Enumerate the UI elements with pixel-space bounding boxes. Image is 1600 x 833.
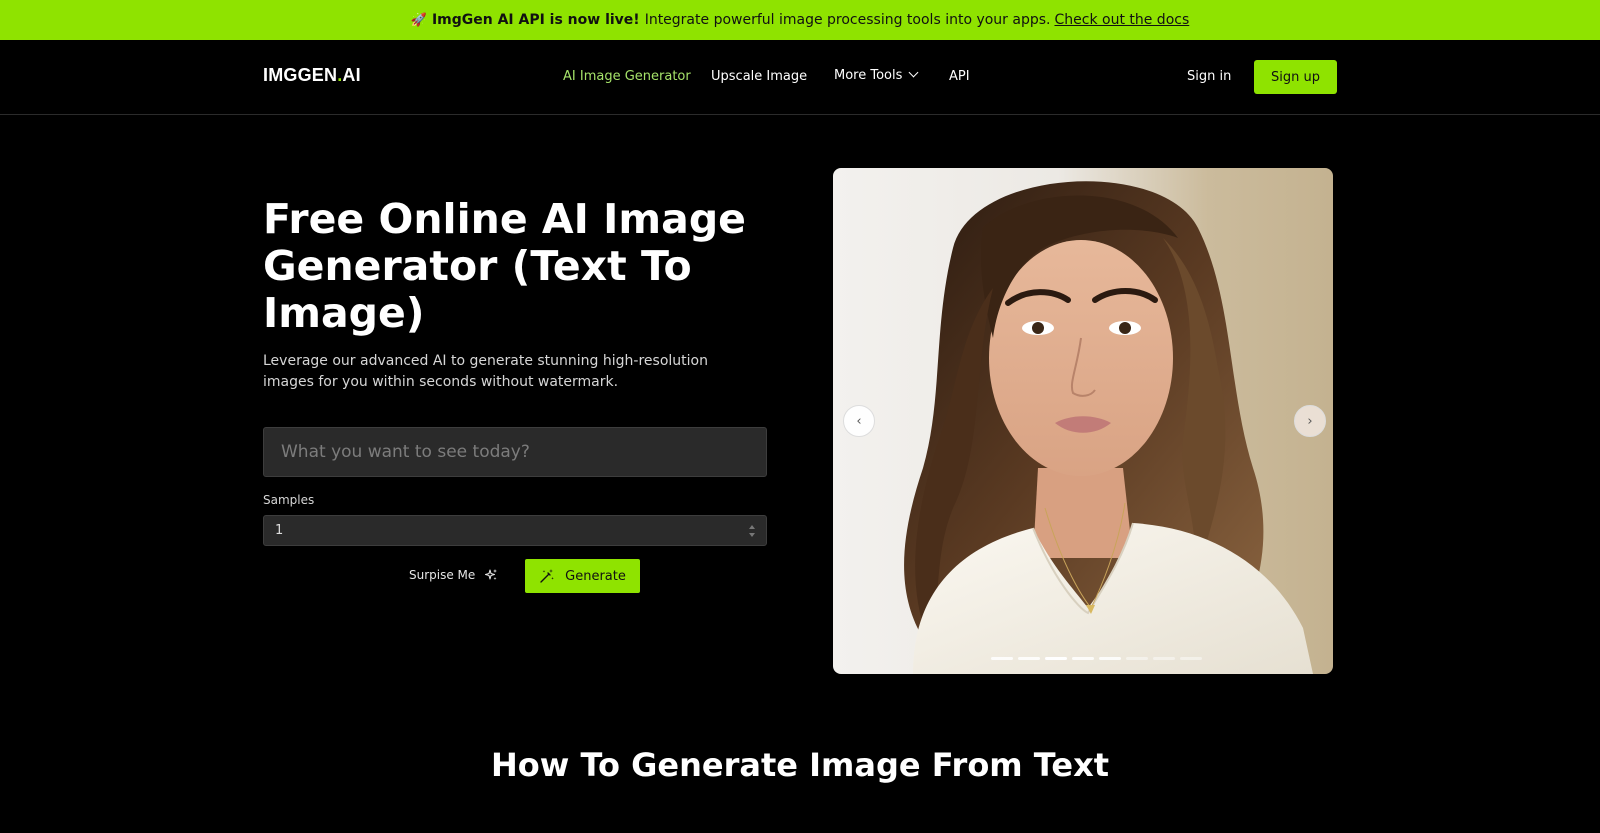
carousel-indicator[interactable] — [1045, 657, 1067, 660]
updown-arrows-icon — [749, 525, 755, 537]
announcement-bar: 🚀 ImgGen AI API is now live! Integrate p… — [0, 0, 1600, 40]
carousel-indicator[interactable] — [1180, 657, 1202, 660]
docs-link[interactable]: Check out the docs — [1054, 12, 1189, 28]
surprise-me-button[interactable]: Surpise Me — [409, 568, 498, 582]
sparkles-icon — [485, 569, 498, 580]
rocket-icon: 🚀 — [410, 12, 427, 28]
carousel-indicator[interactable] — [1018, 657, 1040, 660]
carousel-indicator[interactable] — [1072, 657, 1094, 660]
surprise-me-label: Surpise Me — [409, 568, 476, 582]
nav-more-tools-label: More Tools — [834, 68, 903, 83]
generate-label: Generate — [565, 568, 626, 584]
carousel-next-button[interactable]: › — [1294, 405, 1326, 437]
samples-select[interactable]: 1 — [263, 515, 767, 546]
site-header: IMGGEN.AI AI Image Generator Upscale Ima… — [0, 40, 1600, 115]
page-title: Free Online AI Image Generator (Text To … — [263, 195, 746, 337]
carousel-prev-button[interactable]: ‹ — [843, 405, 875, 437]
portrait-image — [904, 181, 1313, 674]
signup-button[interactable]: Sign up — [1254, 60, 1337, 94]
section-title: How To Generate Image From Text — [490, 746, 1109, 784]
signin-link[interactable]: Sign in — [1187, 69, 1231, 84]
announcement-headline: ImgGen AI API is now live! — [431, 12, 640, 28]
carousel-indicator[interactable] — [1126, 657, 1148, 660]
logo[interactable]: IMGGEN.AI — [263, 65, 361, 86]
prompt-input[interactable] — [263, 427, 767, 477]
carousel-indicator[interactable] — [1099, 657, 1121, 660]
samples-label: Samples — [263, 493, 315, 507]
logo-text: IMGGEN — [263, 65, 338, 85]
carousel-indicator[interactable] — [1153, 657, 1175, 660]
announcement-text: Integrate powerful image processing tool… — [644, 12, 1051, 28]
nav-ai-image-generator[interactable]: AI Image Generator — [563, 69, 691, 84]
chevron-down-icon — [908, 67, 919, 78]
samples-value: 1 — [275, 523, 284, 538]
image-carousel: ‹ › — [833, 168, 1333, 674]
carousel-indicator[interactable] — [991, 657, 1013, 660]
hero-subtitle: Leverage our advanced AI to generate stu… — [263, 353, 708, 390]
nav-more-tools[interactable]: More Tools — [834, 67, 919, 83]
carousel-indicators — [991, 657, 1202, 660]
logo-suffix: AI — [342, 65, 361, 85]
nav-api[interactable]: API — [949, 69, 970, 84]
nav-upscale-image[interactable]: Upscale Image — [711, 69, 807, 84]
generate-button[interactable]: Generate — [525, 559, 640, 593]
magic-wand-icon — [540, 569, 554, 583]
